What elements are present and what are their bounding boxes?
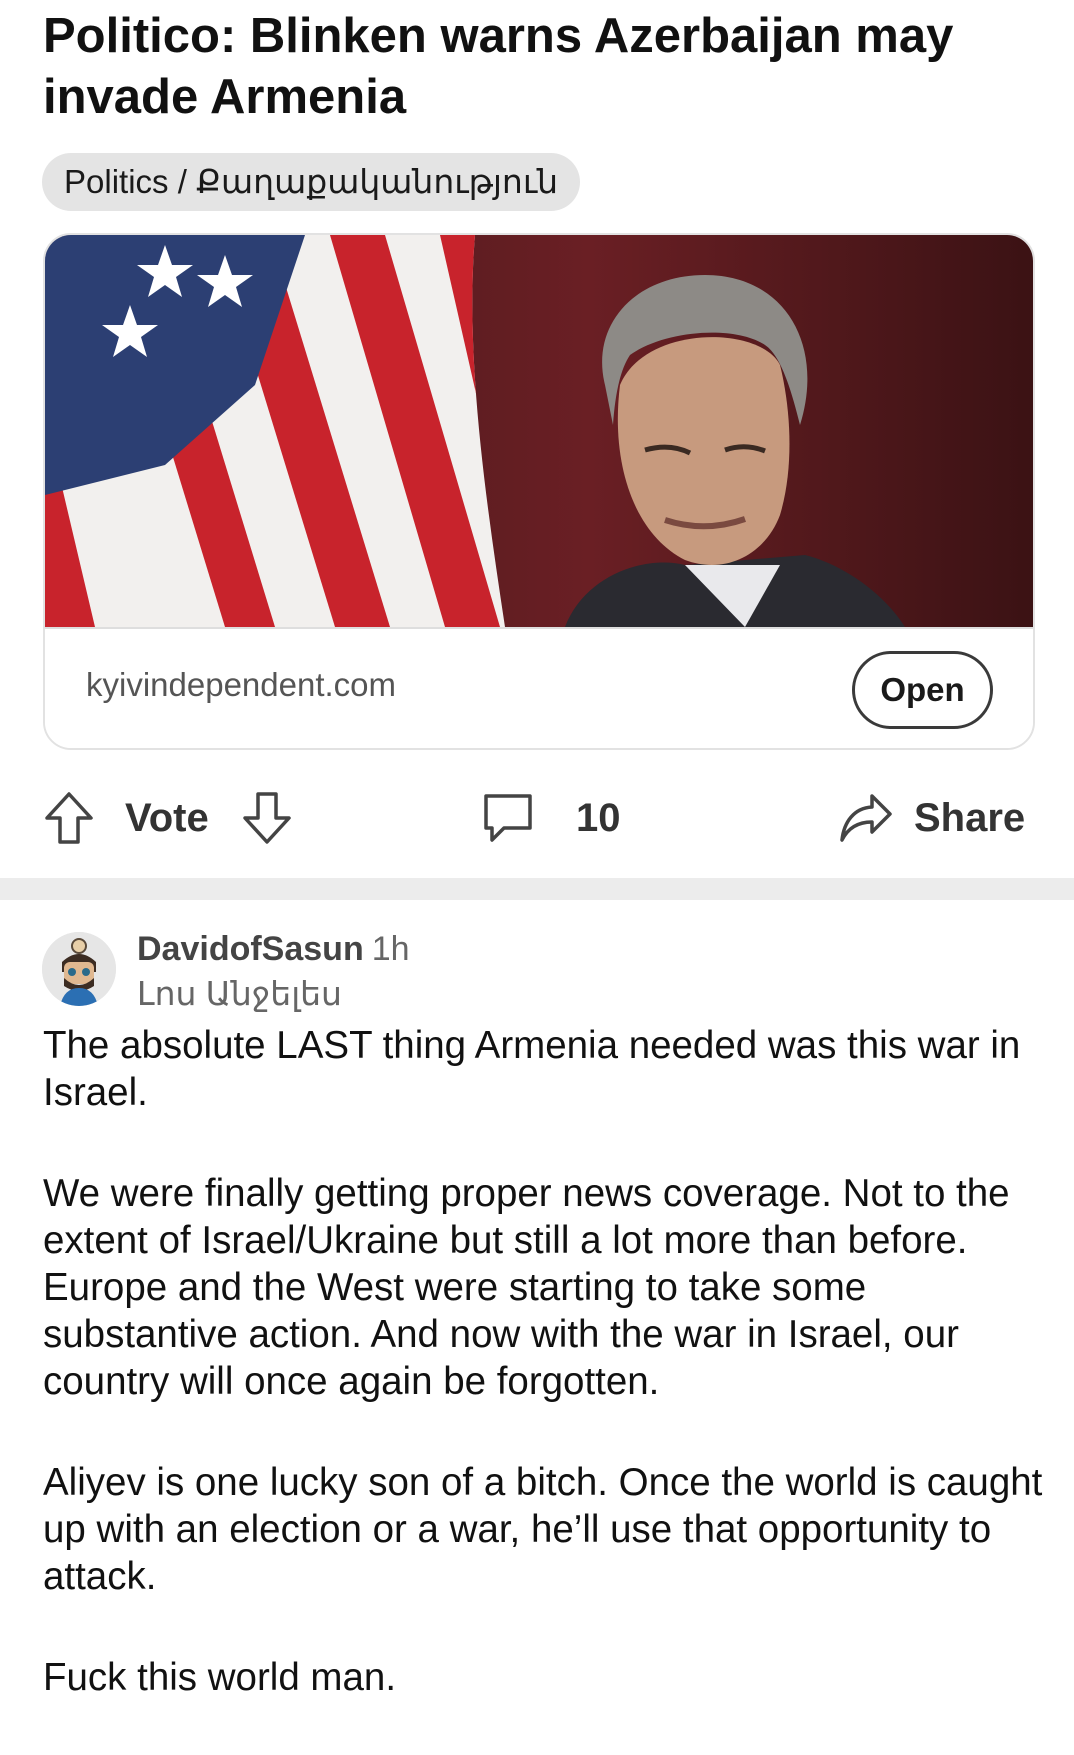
comment-body: The absolute LAST thing Armenia needed w… [43,1022,1043,1755]
post-actions-bar: Vote 10 Share [0,790,1074,860]
link-footer: kyivindependent.com Open [45,627,1033,748]
comment-count: 10 [576,795,621,840]
share-button[interactable]: Share [838,790,1025,846]
arrow-up-icon[interactable] [43,790,95,846]
comment-author[interactable]: DavidofSasun 1h [137,930,410,969]
comment-paragraph: Fuck this world man. [43,1656,397,1699]
author-flair: Լոս Անջելես [137,975,342,1012]
comment-bubble-icon [482,790,534,846]
link-domain[interactable]: kyivindependent.com [86,666,396,704]
comment-paragraph: The absolute LAST thing Armenia needed w… [43,1024,1021,1114]
post-title[interactable]: Politico: Blinken warns Azerbaijan may i… [43,6,1043,128]
arrow-down-icon[interactable] [241,790,293,846]
comment-paragraph: We were finally getting proper news cove… [43,1172,1010,1403]
vote-label: Vote [125,795,209,840]
share-arrow-icon [838,790,894,846]
open-link-button[interactable]: Open [852,651,993,729]
link-thumbnail[interactable] [45,235,1033,627]
avatar[interactable] [42,932,116,1006]
comment-time: 1h [371,930,410,968]
author-name[interactable]: DavidofSasun [137,930,364,968]
comments-button[interactable]: 10 [482,790,621,846]
comment-paragraph: Aliyev is one lucky son of a bitch. Once… [43,1461,1043,1598]
post-flair[interactable]: Politics / Քաղաքականություն [42,153,581,211]
section-divider [0,878,1074,900]
link-preview-card[interactable]: kyivindependent.com Open [43,233,1035,750]
post: Politico: Blinken warns Azerbaijan may i… [0,0,1074,878]
share-label: Share [914,795,1026,840]
vote-control: Vote [43,790,293,846]
